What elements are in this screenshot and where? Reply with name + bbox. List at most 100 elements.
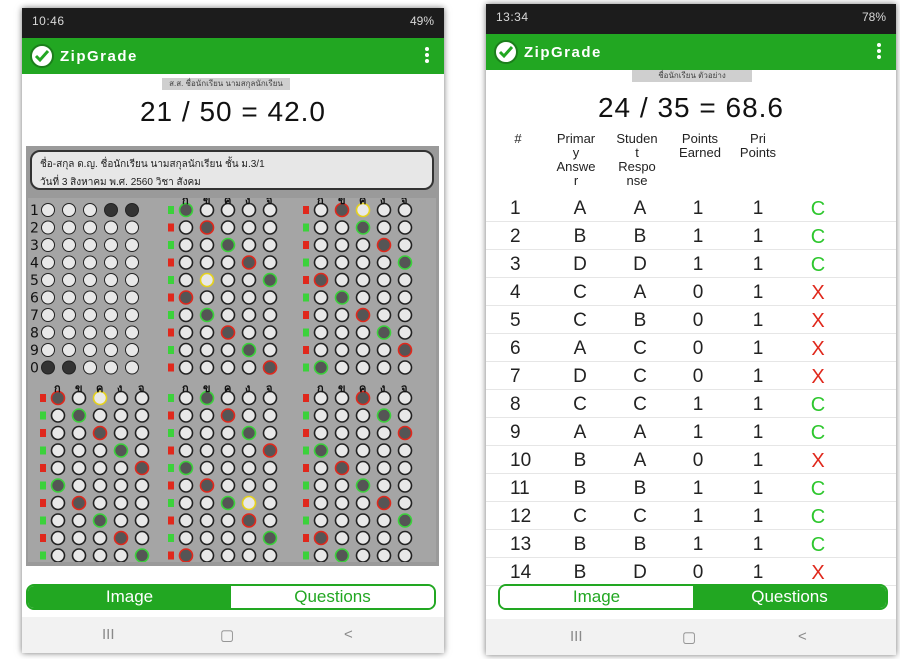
home-button[interactable]: ▢ [682, 628, 696, 646]
tab-image[interactable]: Image [500, 586, 693, 608]
choice-letter: ค [96, 382, 103, 395]
correct-mark: C [810, 534, 826, 556]
pri-points: 1 [752, 394, 764, 415]
pri-points: 1 [752, 226, 764, 247]
id-row-number: 6 [30, 291, 39, 307]
correct-mark: C [810, 198, 826, 220]
question-row[interactable]: 13 B B 1 1 C [486, 530, 896, 558]
sheet-name-line: ชื่อ-สกุล ด.ญ. ชื่อนักเรียน นามสกุลนักเร… [40, 159, 265, 170]
correct-mark: C [810, 506, 826, 528]
app-title: ZipGrade [524, 44, 602, 61]
incorrect-x-icon: X [811, 282, 825, 304]
status-time: 13:34 [496, 10, 529, 24]
points-earned: 1 [692, 254, 704, 275]
primary-answer: B [573, 450, 587, 471]
student-response: C [633, 366, 647, 387]
recent-apps-button[interactable]: III [570, 628, 583, 645]
choice-letter: ก [182, 382, 189, 395]
app-bar: ZipGrade [22, 38, 444, 74]
choice-letter: ข [338, 198, 346, 207]
choice-letter: ค [359, 382, 366, 395]
primary-answer: A [573, 198, 587, 219]
overflow-menu-icon[interactable] [876, 42, 882, 62]
primary-answer: A [573, 338, 587, 359]
choice-letter: ก [182, 198, 189, 207]
id-row-number: 5 [30, 273, 39, 289]
choice-letter: ก [317, 382, 324, 395]
tab-questions[interactable]: Questions [231, 586, 434, 608]
choice-letter: ข [75, 382, 83, 395]
choice-letter: ข [338, 382, 346, 395]
tab-image[interactable]: Image [28, 586, 231, 608]
back-button[interactable]: < [798, 628, 807, 645]
question-row[interactable]: 6 A C 0 1 X [486, 334, 896, 362]
question-row[interactable]: 10 B A 0 1 X [486, 446, 896, 474]
question-row[interactable]: 7 D C 0 1 X [486, 362, 896, 390]
header-student-response: Studen t Respo nse [616, 131, 658, 188]
sheet-date-line: วันที่ 3 สิงหาคม พ.ศ. 2560 วิชา สังคม [40, 177, 201, 188]
header-points-earned: Points Earned [679, 131, 721, 160]
student-response: B [633, 478, 647, 499]
student-response: A [633, 450, 647, 471]
student-response: B [633, 534, 647, 555]
question-row[interactable]: 8 C C 1 1 C [486, 390, 896, 418]
incorrect-x-icon: X [811, 310, 825, 332]
incorrect-x-icon: X [811, 338, 825, 360]
choice-letter: ง [380, 198, 385, 207]
primary-answer: D [573, 366, 587, 387]
pri-points: 1 [752, 198, 764, 219]
primary-answer: D [573, 254, 587, 275]
points-earned: 1 [692, 478, 704, 499]
points-earned: 1 [692, 506, 704, 527]
choice-letter: ค [359, 198, 366, 207]
id-row-number: 9 [30, 343, 39, 359]
correct-mark: C [810, 254, 826, 276]
pri-points: 1 [752, 310, 764, 331]
points-earned: 0 [692, 338, 704, 359]
question-row[interactable]: 2 B B 1 1 C [486, 222, 896, 250]
question-number: 11 [510, 478, 530, 499]
back-button[interactable]: < [344, 626, 353, 643]
student-response: C [633, 338, 647, 359]
choice-letter: ก [317, 198, 324, 207]
id-row-number: 4 [30, 256, 39, 272]
correct-mark: C [810, 478, 826, 500]
question-row[interactable]: 4 C A 0 1 X [486, 278, 896, 306]
choice-letter: ข [203, 382, 211, 395]
left-phone-screen: 10:46 49% ZipGrade ส.ส. ชื่อนักเรียน นาม… [22, 8, 444, 653]
question-row[interactable]: 9 A A 1 1 C [486, 418, 896, 446]
recent-apps-button[interactable]: III [102, 626, 115, 643]
correct-mark: C [810, 422, 826, 444]
question-row[interactable]: 11 B B 1 1 C [486, 474, 896, 502]
question-number: 8 [510, 394, 521, 415]
header-pri-points: Pri Points [739, 131, 777, 160]
incorrect-x-icon: X [811, 562, 825, 584]
id-row-number: 2 [30, 221, 39, 237]
home-button[interactable]: ▢ [220, 626, 234, 644]
tab-questions[interactable]: Questions [693, 586, 886, 608]
choice-letter: ง [117, 382, 122, 395]
choice-letter: จ [401, 382, 407, 395]
question-row[interactable]: 1 A A 1 1 C [486, 194, 896, 222]
correct-mark: C [810, 226, 826, 248]
question-row[interactable]: 12 C C 1 1 C [486, 502, 896, 530]
incorrect-x-icon: X [811, 450, 825, 472]
view-tabs: Image Questions [498, 584, 888, 610]
points-earned: 1 [692, 422, 704, 443]
points-earned: 0 [692, 450, 704, 471]
system-nav-bar: III ▢ < [22, 617, 444, 653]
pri-points: 1 [752, 282, 764, 303]
overflow-menu-icon[interactable] [424, 46, 430, 66]
question-number: 2 [510, 226, 521, 247]
student-response: B [633, 310, 647, 331]
pri-points: 1 [752, 450, 764, 471]
primary-answer: C [573, 506, 587, 527]
question-row[interactable]: 5 C B 0 1 X [486, 306, 896, 334]
question-row[interactable]: 3 D D 1 1 C [486, 250, 896, 278]
choice-letter: ค [224, 382, 231, 395]
question-row[interactable]: 14 B D 0 1 X [486, 558, 896, 586]
pri-points: 1 [752, 562, 764, 583]
question-number: 7 [510, 366, 521, 387]
pri-points: 1 [752, 422, 764, 443]
student-response: B [633, 226, 647, 247]
